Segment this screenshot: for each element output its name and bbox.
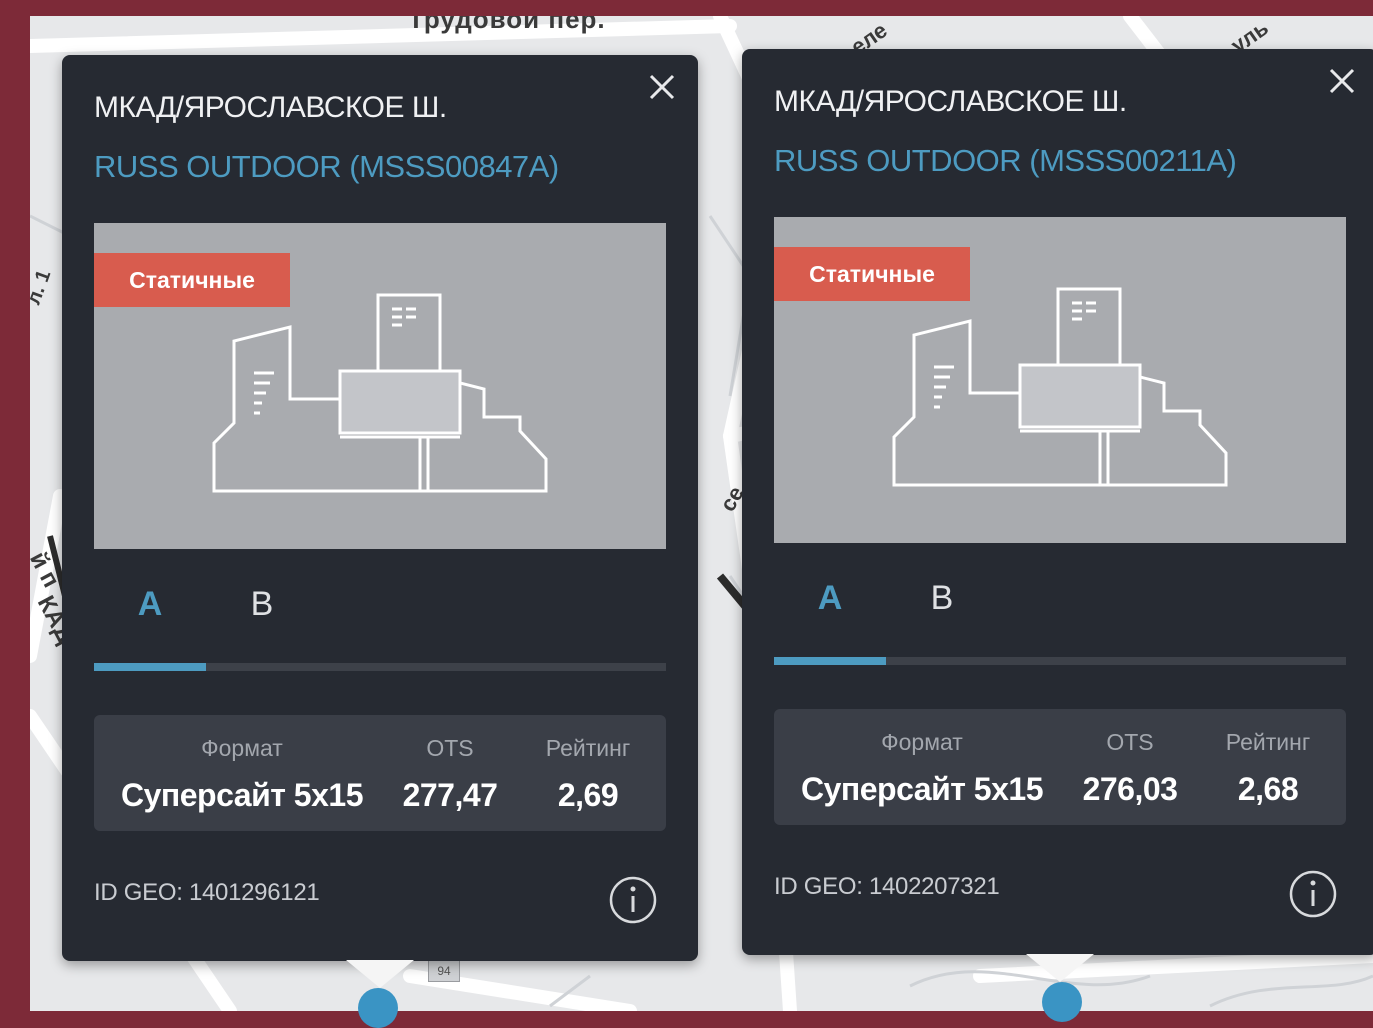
stat-format-label: Формат xyxy=(201,735,283,761)
static-type-badge: Статичные xyxy=(774,247,970,301)
close-icon xyxy=(1329,68,1355,94)
close-button[interactable] xyxy=(1326,65,1358,97)
info-icon xyxy=(1289,870,1337,918)
active-tab-indicator xyxy=(774,657,886,665)
side-tabs: A B xyxy=(774,579,1346,669)
stat-ots-value: 277,47 xyxy=(402,777,498,813)
map-marker-right[interactable] xyxy=(1042,982,1082,1022)
stat-format-value: Суперсайт 5x15 xyxy=(801,771,1043,807)
stat-rating-label: Рейтинг xyxy=(1225,729,1311,755)
static-type-badge: Статичные xyxy=(94,253,290,307)
popup-title: МКАД/ЯРОСЛАВСКОЕ Ш. xyxy=(94,91,447,124)
stat-ots-label: OTS xyxy=(1106,729,1154,755)
stat-format: Формат Суперсайт 5x15 xyxy=(114,715,370,831)
stat-rating-label: Рейтинг xyxy=(545,735,631,761)
billboard-photo-placeholder: Статичные xyxy=(94,223,666,549)
popup-subtitle-link[interactable]: RUSS OUTDOOR (MSSS00211A) xyxy=(774,143,1237,179)
map-street-label-top: Трудовой пер. xyxy=(408,16,606,34)
close-icon xyxy=(649,74,675,100)
billboard-popup-right: МКАД/ЯРОСЛАВСКОЕ Ш. RUSS OUTDOOR (MSSS00… xyxy=(742,49,1373,955)
popup-subtitle-link[interactable]: RUSS OUTDOOR (MSSS00847A) xyxy=(94,149,559,185)
map-marker-left[interactable] xyxy=(358,988,398,1028)
stat-rating-value: 2,69 xyxy=(557,777,619,813)
stat-rating: Рейтинг 2,69 xyxy=(526,715,650,831)
stat-ots-value: 276,03 xyxy=(1082,771,1178,807)
popup-title: МКАД/ЯРОСЛАВСКОЕ Ш. xyxy=(774,85,1127,118)
info-button[interactable] xyxy=(608,875,658,925)
stats-panel: Формат Суперсайт 5x15 OTS 277,47 Рейтинг… xyxy=(94,715,666,831)
stat-format-label: Формат xyxy=(881,729,963,755)
stats-panel: Формат Суперсайт 5x15 OTS 276,03 Рейтинг… xyxy=(774,709,1346,825)
tab-side-b[interactable]: B xyxy=(206,585,318,637)
side-tabs: A B xyxy=(94,585,666,675)
info-button[interactable] xyxy=(1288,869,1338,919)
billboard-photo-placeholder: Статичные xyxy=(774,217,1346,543)
map-house-number: 94 xyxy=(428,960,460,982)
stat-format: Формат Суперсайт 5x15 xyxy=(794,709,1050,825)
stat-ots-label: OTS xyxy=(426,735,474,761)
popup-pointer-right xyxy=(1026,954,1094,982)
tab-side-a[interactable]: A xyxy=(774,579,886,631)
active-tab-indicator xyxy=(94,663,206,671)
stat-ots: OTS 277,47 xyxy=(390,715,510,831)
stat-rating: Рейтинг 2,68 xyxy=(1206,709,1330,825)
tab-side-a[interactable]: A xyxy=(94,585,206,637)
info-icon xyxy=(609,876,657,924)
close-button[interactable] xyxy=(646,71,678,103)
billboard-popup-left: МКАД/ЯРОСЛАВСКОЕ Ш. RUSS OUTDOOR (MSSS00… xyxy=(62,55,698,961)
stat-ots: OTS 276,03 xyxy=(1070,709,1190,825)
stat-rating-value: 2,68 xyxy=(1237,771,1299,807)
geo-id-text: ID GEO: 1401296121 xyxy=(94,879,320,906)
geo-id-text: ID GEO: 1402207321 xyxy=(774,873,1000,900)
tab-side-b[interactable]: B xyxy=(886,579,998,631)
stat-format-value: Суперсайт 5x15 xyxy=(121,777,363,813)
popup-pointer-left xyxy=(346,960,414,988)
